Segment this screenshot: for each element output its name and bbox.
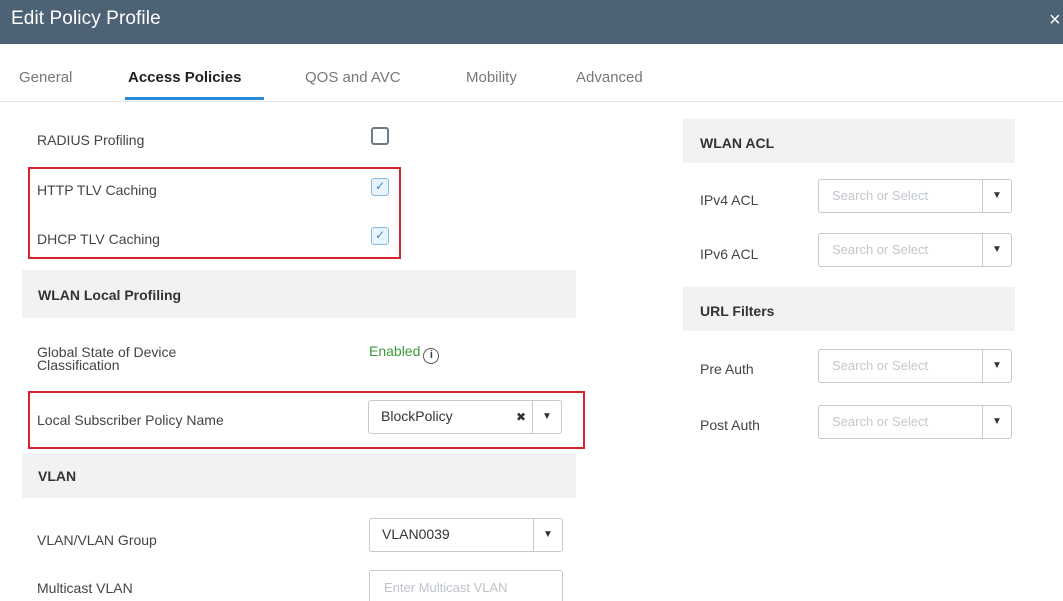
dialog-title: Edit Policy Profile: [11, 8, 161, 29]
post-auth-placeholder: Search or Select: [832, 414, 929, 429]
clear-icon[interactable]: ✖: [516, 410, 526, 424]
ipv4-acl-label: IPv4 ACL: [700, 192, 759, 208]
vlan-group-label: VLAN/VLAN Group: [37, 532, 157, 548]
post-auth-select[interactable]: Search or Select ▼: [818, 405, 1012, 439]
select-divider: [982, 234, 983, 266]
multicast-vlan-input-wrapper: [369, 570, 563, 601]
global-state-label-line2: Classification: [37, 357, 120, 373]
checkmark-icon: ✓: [374, 228, 386, 242]
chevron-down-icon[interactable]: ▼: [992, 190, 1002, 201]
chevron-down-icon[interactable]: ▼: [992, 244, 1002, 255]
select-divider: [982, 180, 983, 212]
pre-auth-select[interactable]: Search or Select ▼: [818, 349, 1012, 383]
tab-access-policies[interactable]: Access Policies: [128, 69, 241, 86]
tab-bar: General Access Policies QOS and AVC Mobi…: [0, 44, 1063, 102]
ipv4-acl-select[interactable]: Search or Select ▼: [818, 179, 1012, 213]
ipv4-acl-placeholder: Search or Select: [832, 188, 929, 203]
tab-advanced[interactable]: Advanced: [576, 69, 643, 86]
chevron-down-icon[interactable]: ▼: [543, 529, 553, 540]
wlan-local-profiling-title: WLAN Local Profiling: [38, 287, 182, 303]
tab-general[interactable]: General: [19, 69, 72, 86]
vlan-section-title: VLAN: [38, 468, 77, 484]
dialog-titlebar: Edit Policy Profile ×: [0, 0, 1063, 44]
http-tlv-caching-label: HTTP TLV Caching: [37, 182, 157, 198]
ipv6-acl-select[interactable]: Search or Select ▼: [818, 233, 1012, 267]
pre-auth-label: Pre Auth: [700, 361, 754, 377]
chevron-down-icon[interactable]: ▼: [992, 360, 1002, 371]
tab-qos-and-avc[interactable]: QOS and AVC: [305, 69, 401, 86]
vlan-group-value: VLAN0039: [382, 526, 450, 542]
select-divider: [532, 401, 533, 433]
local-subscriber-policy-select[interactable]: BlockPolicy ✖ ▼: [368, 400, 562, 434]
dhcp-tlv-caching-checkbox[interactable]: ✓: [371, 227, 389, 245]
info-icon[interactable]: i: [423, 348, 440, 364]
pre-auth-placeholder: Search or Select: [832, 358, 929, 373]
close-icon[interactable]: ×: [1049, 10, 1061, 30]
select-divider: [533, 519, 534, 551]
chevron-down-icon[interactable]: ▼: [992, 416, 1002, 427]
select-divider: [982, 350, 983, 382]
local-subscriber-policy-value: BlockPolicy: [381, 408, 453, 424]
global-state-value: Enabled i: [369, 343, 440, 364]
multicast-vlan-label: Multicast VLAN: [37, 580, 133, 596]
local-subscriber-policy-label: Local Subscriber Policy Name: [37, 412, 224, 428]
chevron-down-icon[interactable]: ▼: [542, 411, 552, 422]
wlan-acl-title: WLAN ACL: [700, 135, 775, 151]
http-tlv-caching-checkbox[interactable]: ✓: [371, 178, 389, 196]
radius-profiling-checkbox[interactable]: [371, 127, 389, 145]
tab-mobility[interactable]: Mobility: [466, 69, 517, 86]
post-auth-label: Post Auth: [700, 417, 760, 433]
active-tab-indicator: [125, 97, 264, 100]
vlan-section-header: [22, 453, 576, 498]
ipv6-acl-placeholder: Search or Select: [832, 242, 929, 257]
select-divider: [982, 406, 983, 438]
ipv6-acl-label: IPv6 ACL: [700, 246, 759, 262]
vlan-group-select[interactable]: VLAN0039 ▼: [369, 518, 563, 552]
dhcp-tlv-caching-label: DHCP TLV Caching: [37, 231, 160, 247]
checkmark-icon: ✓: [374, 179, 386, 193]
multicast-vlan-input[interactable]: [370, 571, 562, 601]
radius-profiling-label: RADIUS Profiling: [37, 132, 145, 148]
url-filters-title: URL Filters: [700, 303, 775, 319]
